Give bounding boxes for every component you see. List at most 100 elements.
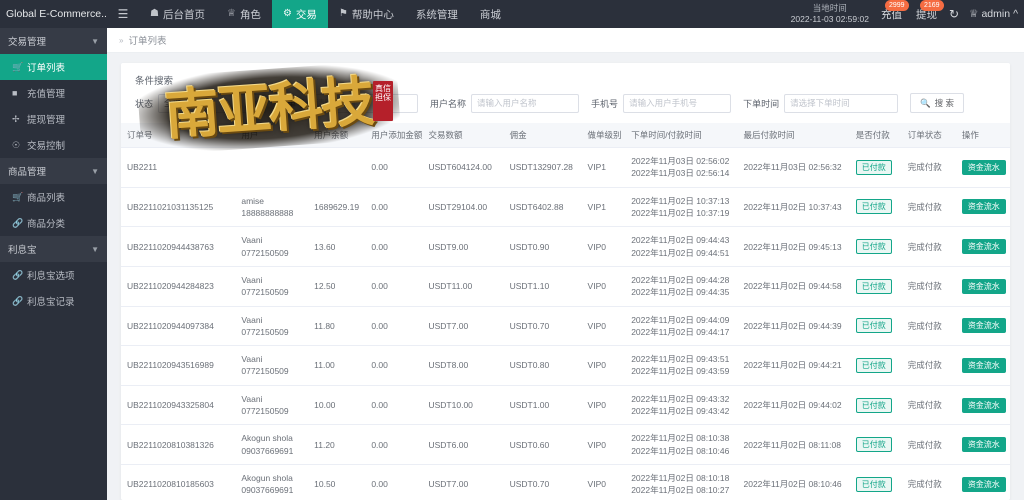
refresh-icon[interactable]: ↻ — [949, 7, 959, 21]
nav-item-system[interactable]: 系统管理 — [405, 0, 469, 28]
cell-order-time: 2022年11月02日 09:43:32 — [631, 393, 730, 404]
table-row[interactable]: UB2211020944284823 Vaani 0772150509 12.50 0.… — [121, 266, 1010, 307]
user-menu[interactable]: ♕ admin ^ — [969, 8, 1018, 20]
nav-item-dashboard[interactable]: ☗ 后台首页 — [139, 0, 216, 28]
cell-order-no: UB2211020810381326 — [121, 424, 236, 465]
sidebar-item-transaction-control[interactable]: ☉ 交易控制 — [0, 132, 107, 158]
col-balance: 用户余额 — [308, 123, 366, 148]
sidebar-item-interest-options[interactable]: 🔗 利息宝选项 — [0, 262, 107, 288]
cell-level: VIP0 — [581, 266, 626, 307]
cell-order-pay-time: 2022年11月02日 09:44:28 2022年11月02日 09:44:35 — [625, 266, 738, 307]
sidebar-group-product[interactable]: 商品管理 ▼ — [0, 158, 107, 184]
chevron-down-icon: ▼ — [253, 99, 261, 107]
status-badge-paid[interactable]: 已付款 — [855, 476, 892, 492]
cell-user-name: Vaani — [241, 314, 263, 325]
cell-pay-time: 2022年11月02日 09:44:51 — [631, 247, 730, 258]
nav-label-dashboard: 后台首页 — [162, 8, 205, 21]
nav-item-mall[interactable]: 商城 — [469, 0, 512, 28]
sidebar-item-interest-records[interactable]: 🔗 利息宝记录 — [0, 288, 107, 314]
sidebar-item-recharge-mgmt[interactable]: ■ 充值管理 — [0, 80, 107, 106]
sidebar-group-label-product: 商品管理 — [8, 167, 47, 178]
table-row[interactable]: UB2211020944097384 Vaani 0772150509 11.80 0.… — [121, 306, 1010, 347]
sidebar-group-interest-treasure[interactable]: 利息宝 ▼ — [0, 236, 107, 262]
recharge-badge: 2999 — [884, 0, 909, 11]
cell-order-status: 完成付款 — [901, 187, 956, 228]
fund-flow-button[interactable]: 资金流水 — [961, 397, 1006, 413]
chevron-down-icon: ▼ — [91, 244, 99, 254]
cell-order-pay-time: 2022年11月02日 08:10:18 2022年11月02日 08:10:27 — [625, 464, 738, 500]
cell-added-amount: 0.00 — [365, 385, 423, 426]
status-badge-paid[interactable]: 已付款 — [855, 199, 892, 215]
table-row[interactable]: UB2211020943325804 Vaani 0772150509 10.00 0.… — [121, 385, 1010, 426]
cell-commission: USDT1.10 — [503, 266, 582, 307]
fund-flow-button[interactable]: 资金流水 — [961, 199, 1006, 215]
status-badge-paid[interactable]: 已付款 — [855, 437, 892, 453]
sidebar-item-withdraw-mgmt[interactable]: ✢ 提现管理 — [0, 106, 107, 132]
breadcrumb-current: 订单列表 — [128, 36, 167, 47]
cell-order-time: 2022年11月02日 10:37:13 — [631, 195, 730, 206]
status-badge-paid[interactable]: 已付款 — [855, 239, 892, 255]
status-badge-paid[interactable]: 已付款 — [855, 397, 892, 413]
cell-order-time: 2022年11月02日 08:10:38 — [631, 433, 730, 444]
sidebar-label-recharge-mgmt: 充值管理 — [27, 89, 66, 100]
status-badge-paid[interactable]: 已付款 — [855, 318, 892, 334]
sidebar-item-product-list[interactable]: 🛒 商品列表 — [0, 184, 107, 210]
cell-user-phone: 09037669691 — [241, 485, 294, 496]
nav-label-transaction: 交易 — [295, 8, 317, 21]
cell-commission: USDT0.70 — [503, 464, 582, 500]
sidebar-group-transaction[interactable]: 交易管理 ▼ — [0, 28, 107, 54]
table-row[interactable]: UB2211 0.00 USDT604124.00 USDT132907.28 VIP1… — [121, 147, 1010, 188]
cell-level: VIP1 — [581, 187, 626, 228]
wrench-icon: ✢ — [12, 113, 20, 124]
table-row[interactable]: UB2211020810381326 Akogun shola 0903766969… — [121, 424, 1010, 465]
fund-flow-button[interactable]: 资金流水 — [961, 159, 1006, 175]
cell-user-name: Vaani — [241, 235, 263, 246]
cell-balance: 11.00 — [308, 345, 366, 386]
table-row[interactable]: UB2211020943516989 Vaani 0772150509 11.00 0.… — [121, 345, 1010, 386]
status-select[interactable]: 全部 ▼ — [158, 93, 267, 113]
withdraw-button[interactable]: 2169 提现 — [914, 0, 944, 22]
hamburger-icon[interactable]: ☰ — [107, 0, 139, 28]
cell-paid: 已付款 — [849, 424, 902, 465]
fund-flow-button[interactable]: 资金流水 — [961, 318, 1006, 334]
sidebar-item-product-category[interactable]: 🔗 商品分类 — [0, 210, 107, 236]
search-button[interactable]: 🔍 搜 索 — [910, 93, 965, 113]
recharge-button[interactable]: 2999 充值 — [879, 0, 909, 22]
cell-paid: 已付款 — [849, 385, 902, 426]
cell-order-time: 2022年11月02日 09:44:09 — [631, 314, 730, 325]
status-badge-paid[interactable]: 已付款 — [855, 278, 892, 294]
table-row[interactable]: UB2211021031135125 amise 18888888888 168962… — [121, 187, 1010, 228]
col-action: 操作 — [955, 123, 1010, 148]
fund-flow-button[interactable]: 资金流水 — [961, 357, 1006, 373]
status-badge-paid[interactable]: 已付款 — [855, 357, 892, 373]
cell-order-no: UB2211020944097384 — [121, 306, 236, 347]
nav-item-transaction[interactable]: ⚙ 交易 — [271, 0, 328, 28]
nav-item-help-center[interactable]: ⚑ 帮助中心 — [328, 0, 405, 28]
table-row[interactable]: UB2211020810185603 Akogun shola 0903766969… — [121, 464, 1010, 500]
cell-order-time: 2022年11月02日 09:44:28 — [631, 274, 730, 285]
fund-flow-button[interactable]: 资金流水 — [961, 278, 1006, 294]
table-row[interactable]: UB2211020944438763 Vaani 0772150509 13.60 0.… — [121, 226, 1010, 267]
fund-flow-button[interactable]: 资金流水 — [961, 476, 1006, 492]
cell-pay-time: 2022年11月03日 02:56:14 — [631, 168, 730, 179]
order-no-input[interactable]: 请输入订单号 — [310, 93, 419, 113]
card-icon: ■ — [12, 88, 18, 98]
sidebar-label-transaction-control: 交易控制 — [27, 141, 66, 152]
user-name-input[interactable]: 请输入用户名称 — [471, 93, 580, 113]
cell-order-time: 2022年11月02日 09:44:43 — [631, 235, 730, 246]
sidebar-item-order-list[interactable]: 🛒 订单列表 — [0, 54, 107, 80]
fund-flow-button[interactable]: 资金流水 — [961, 239, 1006, 255]
cell-action: 资金流水 — [955, 424, 1010, 465]
order-time-input[interactable]: 请选择下单时间 — [784, 93, 899, 113]
fund-flow-button[interactable]: 资金流水 — [961, 437, 1006, 453]
phone-input[interactable]: 请输入用户手机号 — [623, 93, 732, 113]
app-shell: 交易管理 ▼ 🛒 订单列表 ■ 充值管理 ✢ 提现管理 ☉ 交易控制 商品管理 … — [0, 28, 1024, 500]
cell-user-phone: 0772150509 — [241, 366, 289, 377]
col-user: 用户 — [235, 123, 309, 148]
order-table-scroll[interactable]: 订单号 用户 用户余额 用户添加金额 交易数额 佣金 做单级别 下单时间/付款时… — [121, 123, 1010, 500]
sidebar-label-interest-records: 利息宝记录 — [27, 297, 75, 308]
status-badge-paid[interactable]: 已付款 — [855, 159, 892, 175]
nav-item-role[interactable]: ♕ 角色 — [216, 0, 272, 28]
cell-user: Vaani 0772150509 — [235, 385, 309, 426]
cell-user: Akogun shola 09037669691 — [235, 464, 309, 500]
